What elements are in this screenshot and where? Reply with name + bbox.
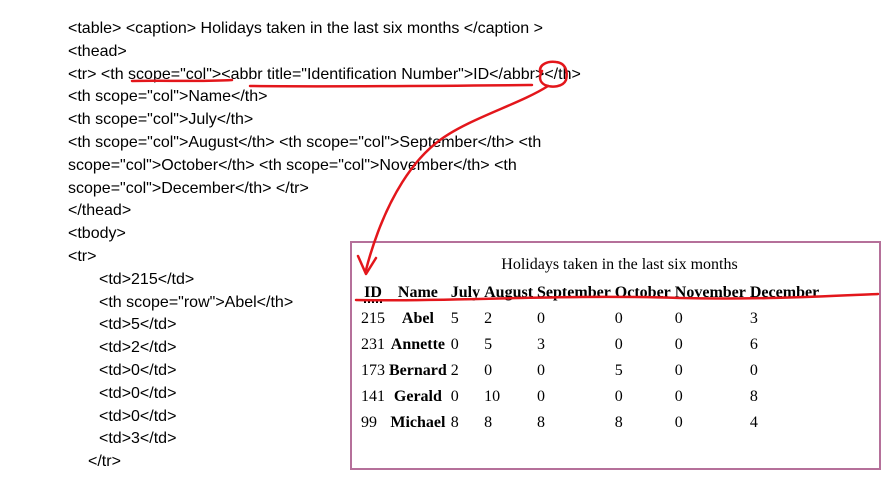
cell-value: 8 <box>614 414 623 431</box>
cell-name: Bernard <box>389 362 447 379</box>
cell-value: 5 <box>450 310 459 327</box>
cell-value: 0 <box>484 362 493 379</box>
cell-value: 2 <box>450 362 459 379</box>
table-row: 173 Bernard 2 0 0 5 0 0 <box>360 359 820 383</box>
cell-id: 215 <box>361 310 385 327</box>
table-caption: Holidays taken in the last six months <box>501 256 738 273</box>
cell-value: 5 <box>614 362 623 379</box>
cell-value: 0 <box>674 388 683 405</box>
cell-value: 0 <box>614 388 623 405</box>
header-id: ID <box>360 281 386 305</box>
table-row: 231 Annette 0 5 3 0 0 6 <box>360 333 820 357</box>
code-line: <th scope="col">July</th> <box>68 111 254 129</box>
code-line: </thead> <box>68 202 132 220</box>
cell-name: Annette <box>390 336 445 353</box>
table-row: 215 Abel 5 2 0 0 0 3 <box>360 307 820 331</box>
cell-id: 173 <box>361 362 385 379</box>
header-october: October <box>614 284 671 301</box>
cell-value: 2 <box>484 310 493 327</box>
cell-value: 8 <box>450 414 459 431</box>
cell-value: 8 <box>749 388 758 405</box>
cell-value: 3 <box>537 336 546 353</box>
header-december: December <box>749 284 820 301</box>
header-september: September <box>537 284 611 301</box>
header-name: Name <box>397 284 438 301</box>
cell-name: Abel <box>401 310 434 327</box>
cell-id: 141 <box>361 388 385 405</box>
cell-name: Michael <box>390 414 446 431</box>
cell-value: 0 <box>614 336 623 353</box>
cell-id: 231 <box>361 336 385 353</box>
cell-value: 0 <box>674 310 683 327</box>
cell-value: 5 <box>484 336 493 353</box>
abbr-id: ID <box>364 284 382 303</box>
code-line: <table> <caption> Holidays taken in the … <box>68 20 543 37</box>
code-line: <thead> <box>68 42 127 60</box>
cell-value: 0 <box>537 388 546 405</box>
cell-value: 0 <box>614 310 623 327</box>
cell-value: 4 <box>749 414 758 431</box>
code-line: <th scope="col">August</th> <th scope="c… <box>68 133 542 151</box>
cell-value: 8 <box>537 414 546 431</box>
cell-value: 3 <box>749 310 758 327</box>
cell-name: Gerald <box>393 388 442 405</box>
header-august: August <box>484 284 534 301</box>
table-row: 141 Gerald 0 10 0 0 0 8 <box>360 385 820 409</box>
code-line: <tr> <th scope="col"><abbr title="Identi… <box>68 65 581 83</box>
cell-id: 99 <box>361 414 377 431</box>
cell-value: 0 <box>450 336 459 353</box>
code-line: scope="col">December</th> </tr> <box>68 179 309 197</box>
cell-value: 0 <box>537 362 546 379</box>
header-july: July <box>450 284 481 301</box>
cell-value: 6 <box>749 336 758 353</box>
table-row: 99 Michael 8 8 8 8 0 4 <box>360 411 820 435</box>
code-line: scope="col">October</th> <th scope="col"… <box>68 156 517 174</box>
cell-value: 0 <box>674 362 683 379</box>
code-line: <th scope="col">Name</th> <box>68 88 268 106</box>
cell-value: 8 <box>484 414 493 431</box>
cell-value: 0 <box>450 388 459 405</box>
table-header-row: ID Name July August September October No… <box>360 281 820 305</box>
cell-value: 10 <box>484 388 501 405</box>
cell-value: 0 <box>674 336 683 353</box>
cell-value: 0 <box>674 414 683 431</box>
cell-value: 0 <box>537 310 546 327</box>
holidays-table: ID Name July August September October No… <box>358 279 822 437</box>
header-november: November <box>674 284 746 301</box>
rendered-table-panel: Holidays taken in the last six months ID… <box>350 241 881 470</box>
cell-value: 0 <box>749 362 758 379</box>
